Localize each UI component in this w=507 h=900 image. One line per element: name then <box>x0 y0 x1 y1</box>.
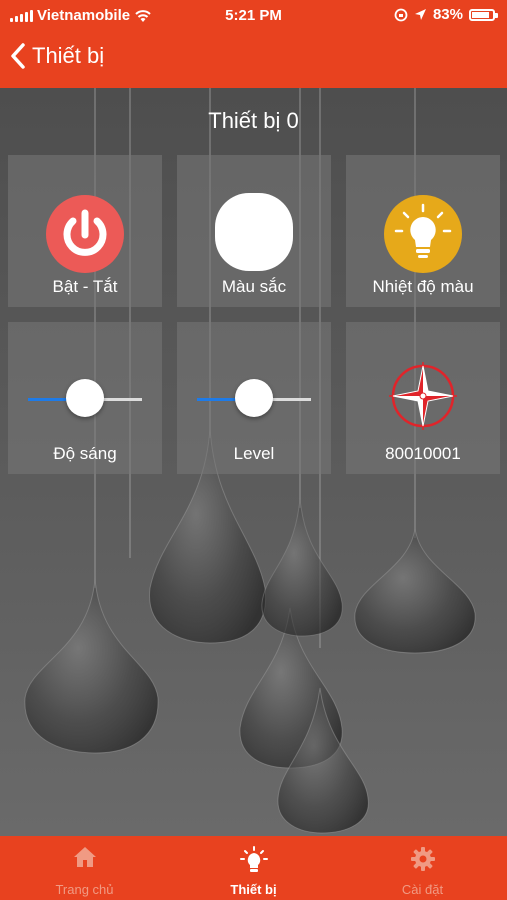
color-swatch-icon <box>215 193 293 271</box>
address-tile-label: 80010001 <box>385 444 461 463</box>
brightness-slider[interactable] <box>28 379 142 417</box>
power-icon <box>46 195 124 273</box>
navigation-bar: Thiết bị <box>0 32 507 88</box>
battery-icon <box>469 8 498 21</box>
status-bar: Vietnamobile 5:21 PM 83% <box>0 0 507 32</box>
color-temperature-tile-label: Nhiệt độ màu <box>372 277 474 296</box>
location-arrow-icon <box>414 9 426 20</box>
gear-icon <box>410 847 435 871</box>
level-tile-label: Level <box>233 444 275 463</box>
chevron-left-icon <box>11 43 25 69</box>
tab-home[interactable]: Trang chủ <box>0 836 169 900</box>
battery-percent: 83% <box>432 6 463 23</box>
level-slider-thumb[interactable] <box>235 379 273 417</box>
brightness-tile-label: Độ sáng <box>53 444 117 463</box>
color-tile-label: Màu sắc <box>221 277 287 296</box>
back-button[interactable]: Thiết bị <box>10 42 104 70</box>
tab-home-label: Trang chủ <box>55 882 114 897</box>
tab-settings[interactable]: Cài đặt <box>338 836 507 900</box>
tab-devices[interactable]: Thiết bị <box>169 836 338 900</box>
tab-devices-label: Thiết bị <box>230 882 277 897</box>
color-temperature-tile[interactable]: Nhiệt độ màu <box>346 155 500 307</box>
device-title: Thiết bị 0 <box>208 108 299 133</box>
bulb-icon <box>384 195 462 273</box>
level-slider[interactable] <box>197 379 311 417</box>
brightness-slider-thumb[interactable] <box>66 379 104 417</box>
brightness-tile: Độ sáng <box>8 322 162 474</box>
tab-bar: Trang chủ Thiết bị Cài đặt <box>0 836 507 900</box>
power-tile-label: Bật - Tắt <box>52 277 118 296</box>
tab-settings-label: Cài đặt <box>401 882 444 897</box>
back-label: Thiết bị <box>32 43 105 68</box>
color-tile[interactable]: Màu sắc <box>177 155 331 307</box>
bulb-icon <box>239 846 268 872</box>
level-tile: Level <box>177 322 331 474</box>
power-tile[interactable]: Bật - Tắt <box>8 155 162 307</box>
address-tile[interactable]: 80010001 <box>346 322 500 474</box>
compass-icon <box>389 362 457 430</box>
rotation-lock-icon <box>394 8 408 21</box>
home-icon <box>73 847 96 867</box>
